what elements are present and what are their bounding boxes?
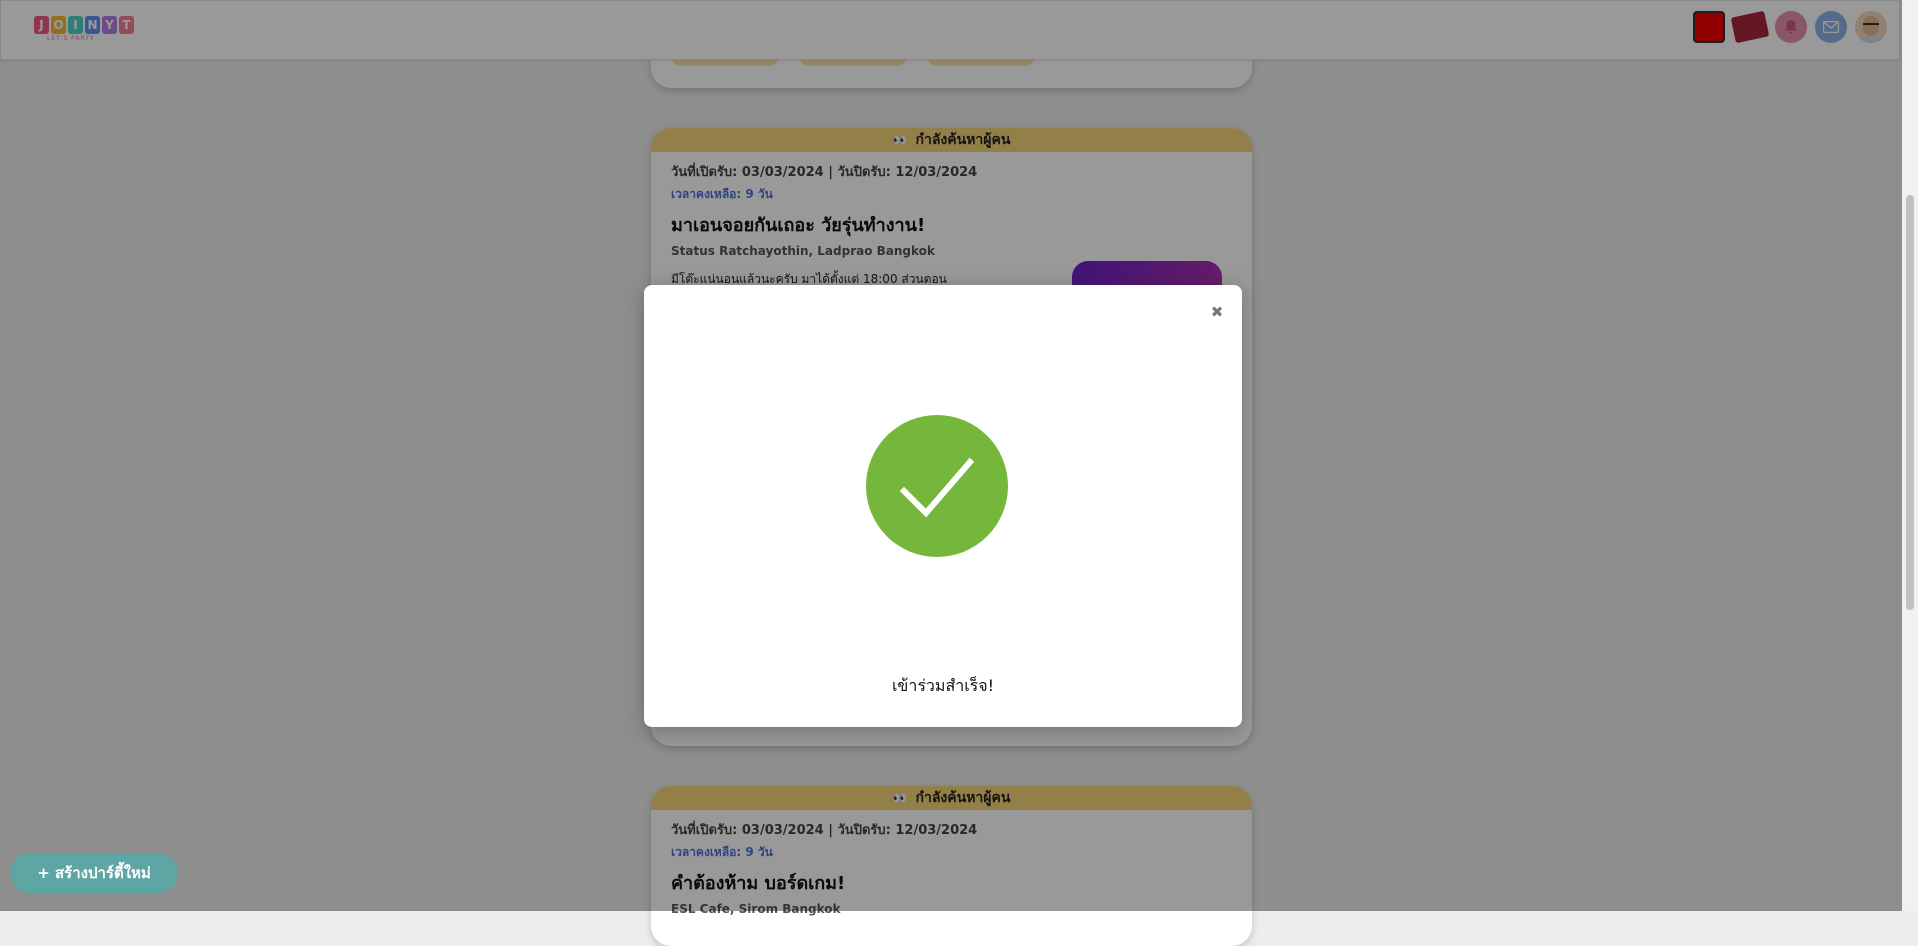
page-scrollbar[interactable] (1902, 0, 1918, 911)
create-party-button[interactable]: + สร้างปาร์ตี้ใหม่ (10, 853, 178, 893)
check-success-icon (866, 415, 1008, 557)
success-message: เข้าร่วมสำเร็จ! (891, 676, 995, 695)
close-icon[interactable]: ✖ (1210, 305, 1224, 320)
scrollbar-thumb[interactable] (1906, 195, 1914, 610)
join-success-modal: ✖ เข้าร่วมสำเร็จ! (644, 285, 1242, 727)
